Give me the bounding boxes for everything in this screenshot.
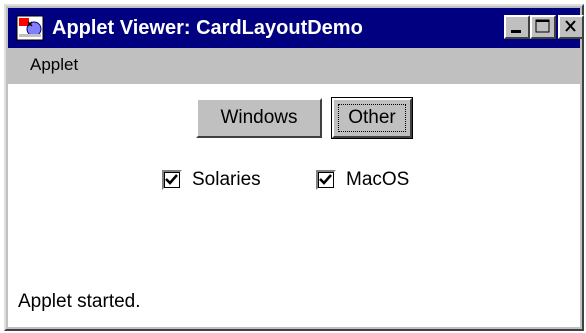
check-icon: [165, 174, 178, 185]
status-text: Applet started.: [18, 291, 141, 312]
other-button-label: Other: [348, 107, 396, 128]
minimize-button[interactable]: [504, 15, 530, 39]
other-button[interactable]: Other: [331, 97, 413, 139]
menu-bar: Applet: [8, 50, 580, 80]
maximize-icon: [535, 19, 550, 33]
menu-applet[interactable]: Applet: [30, 54, 78, 76]
status-bar: Applet started.: [8, 276, 580, 327]
applet-icon[interactable]: [16, 14, 44, 42]
check-icon: [319, 174, 332, 185]
applet-content: Windows Other Solaries MacOS: [8, 84, 580, 276]
close-button[interactable]: [558, 15, 584, 39]
applet-viewer-window: Applet Viewer: CardLayoutDemo Applet Win…: [4, 4, 584, 331]
windows-button[interactable]: Windows: [196, 98, 322, 138]
checkbox-solaries-box[interactable]: [162, 170, 182, 190]
close-icon: [565, 20, 576, 32]
windows-button-label: Windows: [220, 107, 298, 128]
checkbox-macos-label: MacOS: [346, 169, 410, 190]
window-title: Applet Viewer: CardLayoutDemo: [52, 17, 363, 39]
title-bar[interactable]: Applet Viewer: CardLayoutDemo: [8, 8, 584, 48]
checkbox-macos-box[interactable]: [316, 170, 336, 190]
maximize-button[interactable]: [530, 15, 556, 39]
minimize-icon: [511, 30, 521, 33]
checkbox-solaries-label: Solaries: [192, 169, 261, 190]
